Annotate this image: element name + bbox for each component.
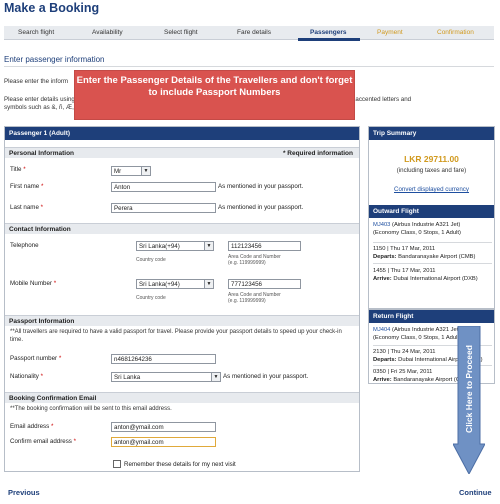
- nationality-label: Nationality *: [10, 373, 44, 380]
- step-select-flight[interactable]: Select flight: [164, 29, 198, 36]
- step-confirmation: Confirmation: [437, 29, 474, 36]
- passport-number-input[interactable]: n4681264236: [111, 354, 216, 364]
- step-search-flight[interactable]: Search flight: [18, 29, 54, 36]
- remember-checkbox[interactable]: [113, 460, 121, 468]
- personal-info-heading: Personal Information * Required informat…: [5, 147, 359, 158]
- passport-number-label: Passport number *: [10, 355, 62, 362]
- divider: [4, 66, 494, 67]
- required-info-note: * Required information: [282, 150, 353, 157]
- intro-text: Please enter the inform: [4, 78, 68, 85]
- trip-summary-panel: Trip Summary LKR 29711.00 (including tax…: [368, 126, 495, 309]
- area-code-hint: Area Code and Number (e.g. 119999999): [228, 292, 281, 304]
- title-label: Title *: [10, 166, 26, 173]
- price-note: (including taxes and fare): [396, 167, 467, 174]
- return-flight-heading: Return Flight: [369, 310, 494, 323]
- outward-flight-details: MJ403 (Airbus Industrie A321 Jet) (Econo…: [373, 222, 461, 236]
- trip-price: LKR 29711.00: [404, 154, 459, 164]
- current-step-indicator: [298, 38, 360, 41]
- proceed-arrow-button[interactable]: Click Here to Proceed: [452, 325, 486, 476]
- chevron-down-icon: ▼: [141, 167, 150, 175]
- return-flight-code[interactable]: MJ404: [373, 327, 390, 333]
- first-name-hint: As mentioned in your passport.: [218, 183, 304, 190]
- outward-arrival: 1455 | Thu 17 Mar, 2011 Arrive: Dubai In…: [373, 268, 478, 282]
- last-name-input[interactable]: Perera: [111, 203, 216, 213]
- instruction-callout: Enter the Passenger Details of the Trave…: [74, 70, 355, 120]
- email-input[interactable]: anton@ymail.com: [111, 422, 216, 432]
- section-title: Enter passenger information: [4, 55, 105, 64]
- step-availability[interactable]: Availability: [92, 29, 123, 36]
- passport-info-heading: Passport Information: [5, 315, 359, 326]
- divider: [373, 242, 492, 243]
- passenger-header: Passenger 1 (Adult): [5, 127, 359, 140]
- confirm-email-label: Confirm email address *: [10, 438, 77, 445]
- contact-info-heading: Contact Information: [5, 223, 359, 234]
- convert-currency-link[interactable]: Convert displayed currency: [369, 186, 494, 193]
- progress-steps: Search flight Availability Select flight…: [4, 26, 494, 40]
- trip-summary-heading: Trip Summary: [369, 127, 494, 140]
- last-name-hint: As mentioned in your passport.: [218, 204, 304, 211]
- telephone-label: Telephone: [10, 242, 39, 249]
- country-code-hint: Country code: [136, 295, 166, 301]
- telephone-country-select[interactable]: Sri Lanka(+94) ▼: [136, 241, 214, 251]
- email-note: **The booking confirmation will be sent …: [10, 406, 172, 412]
- nationality-select[interactable]: Sri Lanka ▼: [111, 372, 221, 382]
- remember-label: Remember these details for my next visit: [124, 461, 236, 468]
- passenger-form: Passenger 1 (Adult) Personal Information…: [4, 126, 360, 472]
- email-heading: Booking Confirmation Email: [5, 392, 359, 403]
- passport-note: **All travellers are required to have a …: [10, 329, 342, 343]
- nationality-hint: As mentioned in your passport.: [223, 373, 309, 380]
- country-code-hint: Country code: [136, 257, 166, 263]
- area-code-hint: Area Code and Number (e.g. 119999999): [228, 254, 281, 266]
- title-select[interactable]: Mr ▼: [111, 166, 151, 176]
- mobile-number-input[interactable]: 777123456: [228, 279, 301, 289]
- telephone-number-input[interactable]: 112123456: [228, 241, 301, 251]
- outward-departure: 1150 | Thu 17 Mar, 2011 Departs: Bandara…: [373, 246, 476, 260]
- page-title: Make a Booking: [4, 1, 100, 15]
- divider: [373, 263, 492, 264]
- previous-button[interactable]: Previous: [8, 488, 40, 497]
- proceed-label: Click Here to Proceed: [464, 345, 474, 433]
- step-passengers: Passengers: [310, 29, 347, 36]
- step-payment: Payment: [377, 29, 403, 36]
- first-name-label: First name *: [10, 183, 44, 190]
- email-label: Email address *: [10, 423, 54, 430]
- outward-flight-heading: Outward Flight: [369, 205, 494, 218]
- chevron-down-icon: ▼: [211, 373, 220, 381]
- step-fare-details[interactable]: Fare details: [237, 29, 271, 36]
- mobile-country-select[interactable]: Sri Lanka(+94) ▼: [136, 279, 214, 289]
- mobile-label: Mobile Number *: [10, 280, 57, 287]
- continue-button[interactable]: Continue: [459, 488, 492, 497]
- chevron-down-icon: ▼: [204, 280, 213, 288]
- first-name-input[interactable]: Anton: [111, 182, 216, 192]
- outward-flight-code[interactable]: MJ403: [373, 222, 390, 228]
- chevron-down-icon: ▼: [204, 242, 213, 250]
- last-name-label: Last name *: [10, 204, 44, 211]
- confirm-email-input[interactable]: anton@ymail.com: [111, 437, 216, 447]
